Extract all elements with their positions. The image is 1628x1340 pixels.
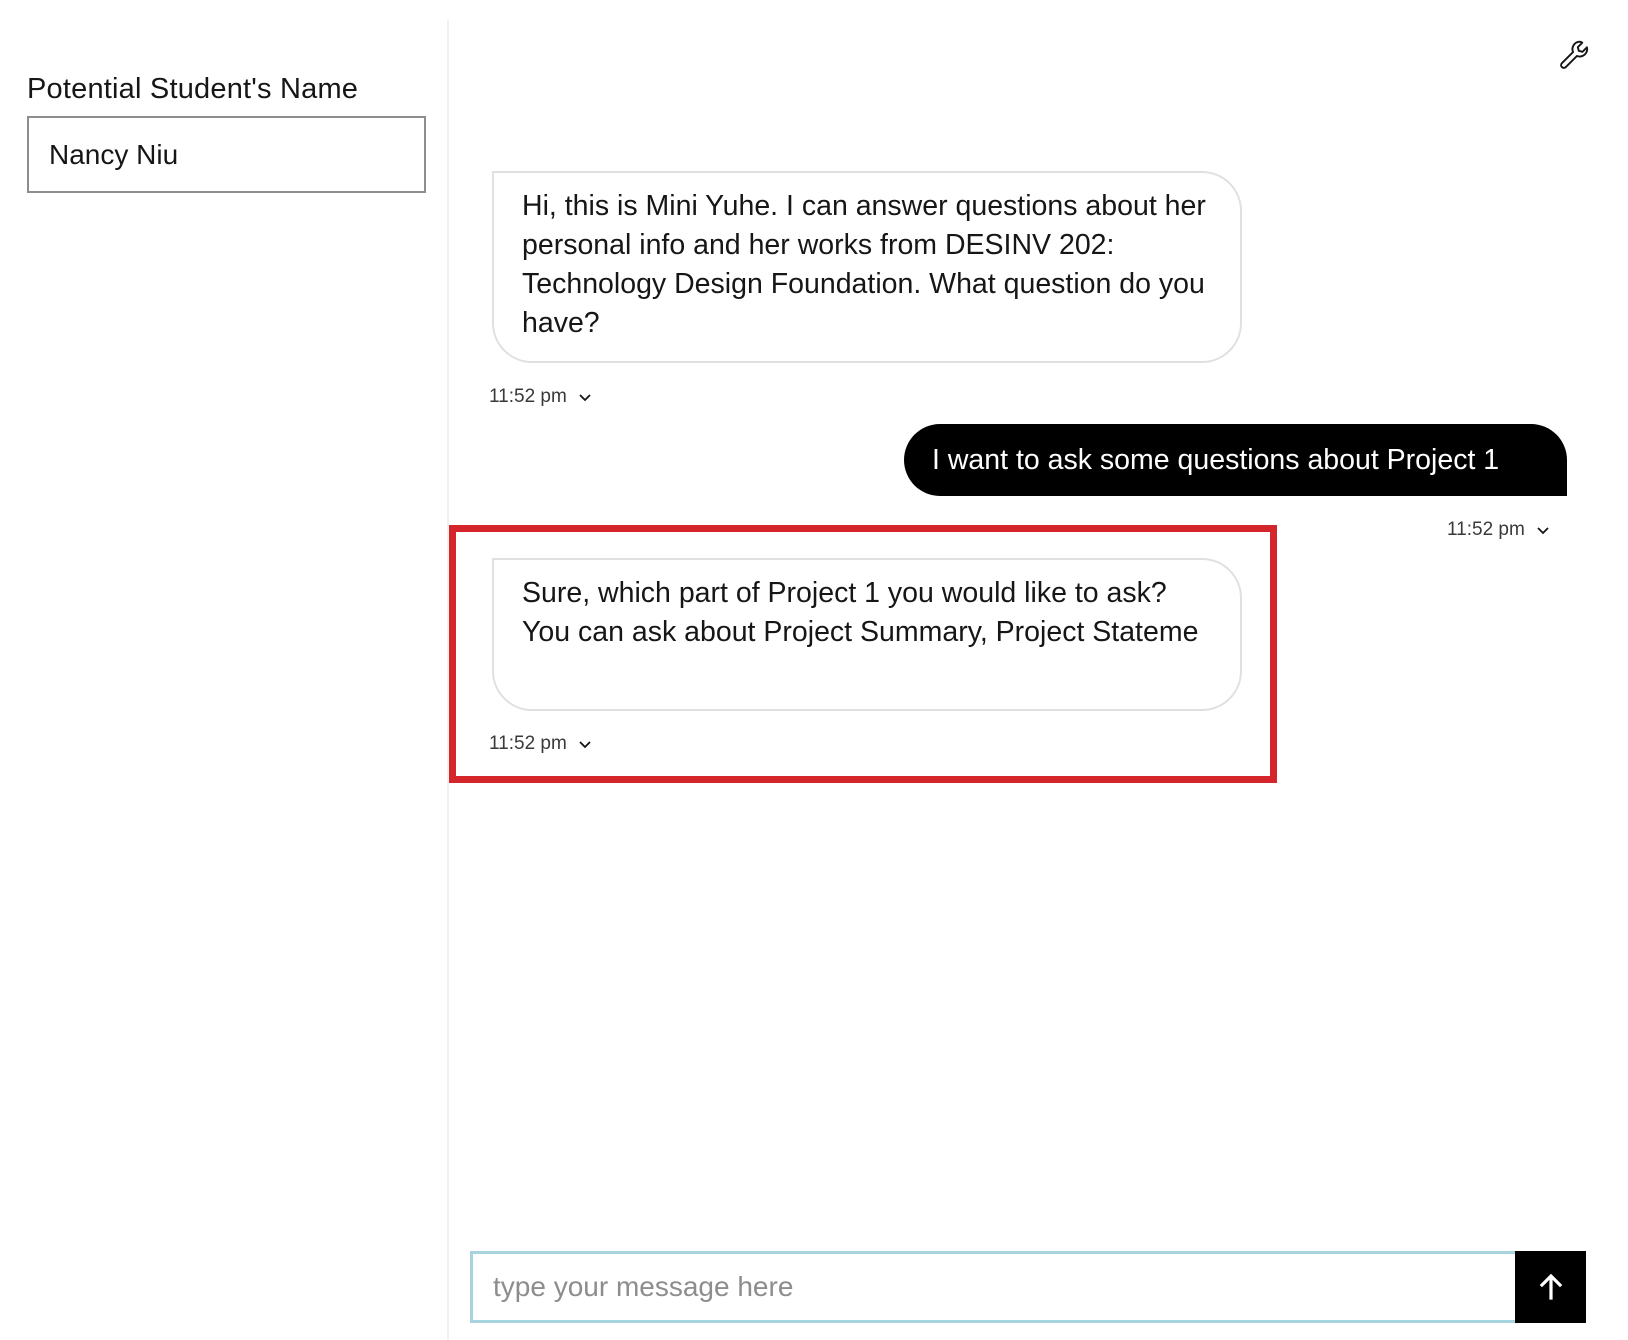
- message-timestamp: 11:52 pm: [1447, 519, 1525, 540]
- bot-message-text: Sure, which part of Project 1 you would …: [522, 577, 1199, 648]
- student-name-input[interactable]: [27, 116, 426, 193]
- chevron-down-icon[interactable]: [577, 389, 593, 405]
- send-button[interactable]: [1515, 1251, 1586, 1323]
- message-timestamp: 11:52 pm: [489, 386, 567, 407]
- chevron-down-icon[interactable]: [1535, 522, 1551, 538]
- chevron-down-icon[interactable]: [577, 736, 593, 752]
- app-window: Potential Student's Name Hi, this is Min…: [0, 0, 1628, 1340]
- arrow-up-icon: [1539, 1273, 1562, 1300]
- message-meta: 11:52 pm: [1447, 519, 1551, 541]
- sidebar: Potential Student's Name: [0, 0, 448, 1340]
- user-message-text: I want to ask some questions about Proje…: [932, 444, 1500, 476]
- message-input[interactable]: [470, 1251, 1515, 1323]
- wrench-icon[interactable]: [1557, 38, 1591, 72]
- student-name-label: Potential Student's Name: [27, 73, 359, 105]
- message-timestamp: 11:52 pm: [489, 733, 567, 754]
- user-message-bubble: I want to ask some questions about Proje…: [904, 424, 1567, 496]
- message-meta: 11:52 pm: [489, 733, 593, 755]
- message-composer: [470, 1251, 1586, 1323]
- message-meta: 11:52 pm: [489, 386, 593, 408]
- bot-message-text: Hi, this is Mini Yuhe. I can answer ques…: [522, 190, 1206, 339]
- bot-message-bubble: Hi, this is Mini Yuhe. I can answer ques…: [492, 171, 1242, 363]
- bot-message-bubble: Sure, which part of Project 1 you would …: [492, 558, 1242, 711]
